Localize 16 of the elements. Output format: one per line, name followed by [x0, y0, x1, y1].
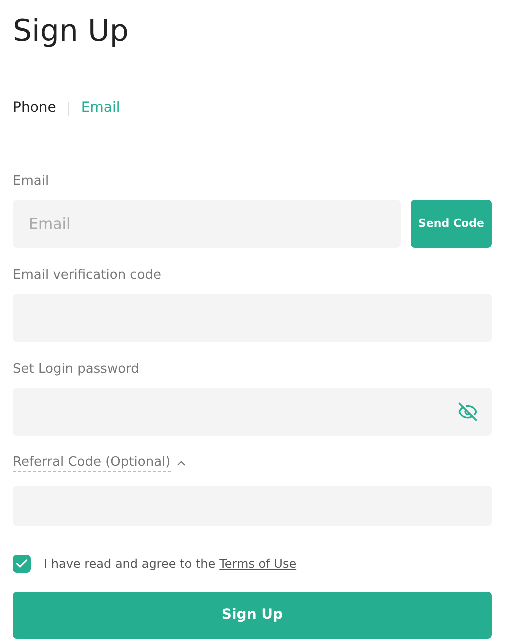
- tab[interactable]: Phone: [13, 98, 56, 119]
- send-code-button[interactable]: Send Code: [411, 200, 492, 248]
- password-field[interactable]: [13, 388, 492, 436]
- terms-link[interactable]: Terms of Use: [220, 555, 297, 573]
- page-title: Sign Up: [13, 14, 129, 50]
- terms-text: I have read and agree to the: [44, 556, 216, 573]
- referral-toggle[interactable]: Referral Code (Optional): [13, 455, 188, 472]
- tab[interactable]: Email: [81, 98, 120, 119]
- email-field[interactable]: Email: [13, 200, 401, 248]
- check-icon: [15, 557, 29, 571]
- terms-checkbox[interactable]: [13, 555, 31, 573]
- field-label: Email verification code: [13, 269, 162, 282]
- field-label: Set Login password: [13, 363, 140, 376]
- eye-slash-icon[interactable]: [458, 402, 478, 422]
- sign-up-button[interactable]: Sign Up: [13, 592, 492, 639]
- field-label: Email: [13, 175, 50, 188]
